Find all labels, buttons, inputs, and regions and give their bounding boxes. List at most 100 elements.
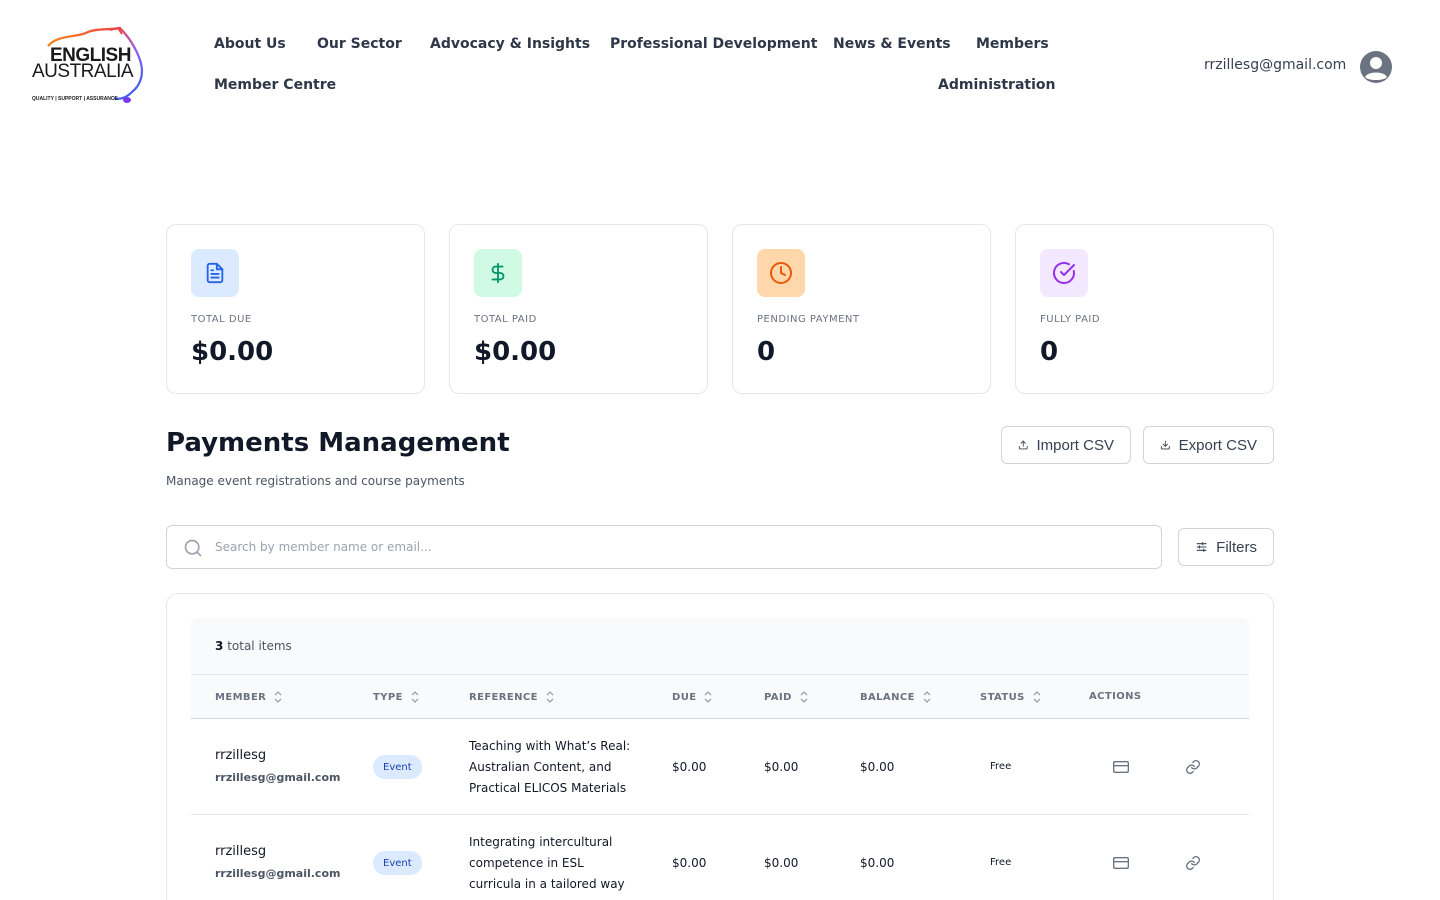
- column-header-type[interactable]: TYPE: [373, 691, 419, 703]
- column-header-member[interactable]: MEMBER: [215, 691, 282, 703]
- column-label: TYPE: [373, 691, 403, 703]
- reference-line: Integrating intercultural: [469, 835, 613, 849]
- credit-card-icon[interactable]: [1113, 856, 1129, 870]
- column-label: STATUS: [980, 691, 1025, 703]
- search-box: [166, 525, 1162, 569]
- nav-administration[interactable]: Administration: [938, 77, 1055, 93]
- reference-cell: Integrating intercultural competence in …: [469, 832, 639, 895]
- sort-icon: [704, 691, 712, 703]
- type-badge: Event: [373, 755, 422, 779]
- column-label: REFERENCE: [469, 691, 538, 703]
- table-header: MEMBER TYPE REFERENCE DUE PAID BALANCE S…: [191, 674, 1249, 719]
- column-header-status[interactable]: STATUS: [980, 691, 1041, 703]
- export-csv-label: Export CSV: [1178, 436, 1257, 454]
- nav-member-centre[interactable]: Member Centre: [214, 77, 336, 93]
- page-subtitle: Manage event registrations and course pa…: [166, 474, 465, 488]
- logo-text-australia: AUSTRALIA: [32, 61, 134, 82]
- type-badge: Event: [373, 851, 422, 875]
- stat-value: 0: [1040, 337, 1059, 367]
- stat-card-fully-paid: FULLY PAID 0: [1015, 224, 1274, 394]
- sort-icon: [274, 691, 282, 703]
- download-icon: [1160, 440, 1170, 450]
- english-australia-logo[interactable]: ENGLISH AUSTRALIA QUALITY | SUPPORT | AS…: [28, 26, 146, 108]
- column-label: MEMBER: [215, 691, 267, 703]
- stat-card-pending-payment: PENDING PAYMENT 0: [732, 224, 991, 394]
- column-header-balance[interactable]: BALANCE: [860, 691, 931, 703]
- nav-our-sector[interactable]: Our Sector: [317, 36, 402, 52]
- nav-advocacy-insights[interactable]: Advocacy & Insights: [430, 36, 590, 52]
- upload-icon: [1018, 440, 1028, 450]
- sort-icon: [411, 691, 419, 703]
- sort-icon: [546, 691, 554, 703]
- reference-cell: Teaching with What’s Real: Australian Co…: [469, 736, 639, 799]
- stat-card-total-due: TOTAL DUE $0.00: [166, 224, 425, 394]
- member-cell: rrzillesg rrzillesg@gmail.com: [215, 844, 340, 880]
- stat-value: $0.00: [474, 337, 557, 367]
- paid-cell: $0.00: [764, 856, 799, 870]
- column-header-paid[interactable]: PAID: [764, 691, 808, 703]
- link-icon[interactable]: [1185, 855, 1201, 871]
- paid-cell: $0.00: [764, 760, 799, 774]
- reference-line: competence in ESL: [469, 856, 584, 870]
- total-items-text: 3 total items: [215, 639, 292, 653]
- member-cell: rrzillesg rrzillesg@gmail.com: [215, 748, 340, 784]
- payments-table-panel: 3 total items MEMBER TYPE REFERENCE DUE …: [166, 593, 1274, 900]
- table-summary-bar: 3 total items: [191, 618, 1249, 674]
- column-label: BALANCE: [860, 691, 915, 703]
- column-label: PAID: [764, 691, 792, 703]
- total-items-suffix: total items: [227, 639, 292, 653]
- export-csv-button[interactable]: Export CSV: [1143, 426, 1274, 464]
- filters-button[interactable]: Filters: [1178, 528, 1274, 566]
- user-avatar-icon[interactable]: [1360, 51, 1392, 83]
- table-row: rrzillesg rrzillesg@gmail.com Event Teac…: [191, 719, 1249, 815]
- search-input[interactable]: [215, 526, 1145, 568]
- nav-professional-development[interactable]: Professional Development: [610, 36, 817, 52]
- sort-icon: [1033, 691, 1041, 703]
- table-row: rrzillesg rrzillesg@gmail.com Event Inte…: [191, 815, 1249, 900]
- page-title: Payments Management: [166, 428, 510, 458]
- logo-tagline: QUALITY | SUPPORT | ASSURANCE: [32, 96, 118, 102]
- check-circle-icon: [1040, 249, 1088, 297]
- import-csv-label: Import CSV: [1036, 436, 1114, 454]
- clock-icon: [757, 249, 805, 297]
- reference-line: curricula in a tailored way: [469, 877, 625, 891]
- nav-about-us[interactable]: About Us: [214, 36, 286, 52]
- member-name: rrzillesg: [215, 844, 267, 859]
- stat-label: FULLY PAID: [1040, 314, 1101, 325]
- column-header-due[interactable]: DUE: [672, 691, 712, 703]
- stat-card-total-paid: TOTAL PAID $0.00: [449, 224, 708, 394]
- filters-label: Filters: [1216, 538, 1257, 556]
- sliders-icon: [1196, 542, 1207, 552]
- balance-cell: $0.00: [860, 760, 895, 774]
- reference-line: Teaching with What’s Real:: [469, 739, 631, 753]
- due-cell: $0.00: [672, 856, 707, 870]
- user-email[interactable]: rrzillesg@gmail.com: [1204, 57, 1346, 73]
- stat-value: $0.00: [191, 337, 274, 367]
- sort-icon: [800, 691, 808, 703]
- link-icon[interactable]: [1185, 759, 1201, 775]
- due-cell: $0.00: [672, 760, 707, 774]
- status-badge: Free: [990, 857, 1012, 868]
- stat-value: 0: [757, 337, 776, 367]
- balance-cell: $0.00: [860, 856, 895, 870]
- column-label: ACTIONS: [1089, 691, 1142, 702]
- stat-label: TOTAL PAID: [474, 314, 537, 325]
- document-icon: [191, 249, 239, 297]
- column-header-reference[interactable]: REFERENCE: [469, 691, 554, 703]
- search-icon: [184, 539, 202, 557]
- reference-line: Practical ELICOS Materials: [469, 781, 627, 795]
- stat-label: PENDING PAYMENT: [757, 314, 860, 325]
- stat-label: TOTAL DUE: [191, 314, 252, 325]
- nav-members[interactable]: Members: [976, 36, 1049, 52]
- member-name: rrzillesg: [215, 748, 267, 763]
- dollar-icon: [474, 249, 522, 297]
- status-badge: Free: [990, 761, 1012, 772]
- sort-icon: [923, 691, 931, 703]
- nav-news-events[interactable]: News & Events: [833, 36, 951, 52]
- credit-card-icon[interactable]: [1113, 760, 1129, 774]
- site-header: ENGLISH AUSTRALIA QUALITY | SUPPORT | AS…: [0, 0, 1440, 135]
- total-items-count: 3: [215, 639, 224, 653]
- column-header-actions: ACTIONS: [1089, 691, 1142, 702]
- import-csv-button[interactable]: Import CSV: [1001, 426, 1131, 464]
- reference-line: Australian Content, and: [469, 760, 612, 774]
